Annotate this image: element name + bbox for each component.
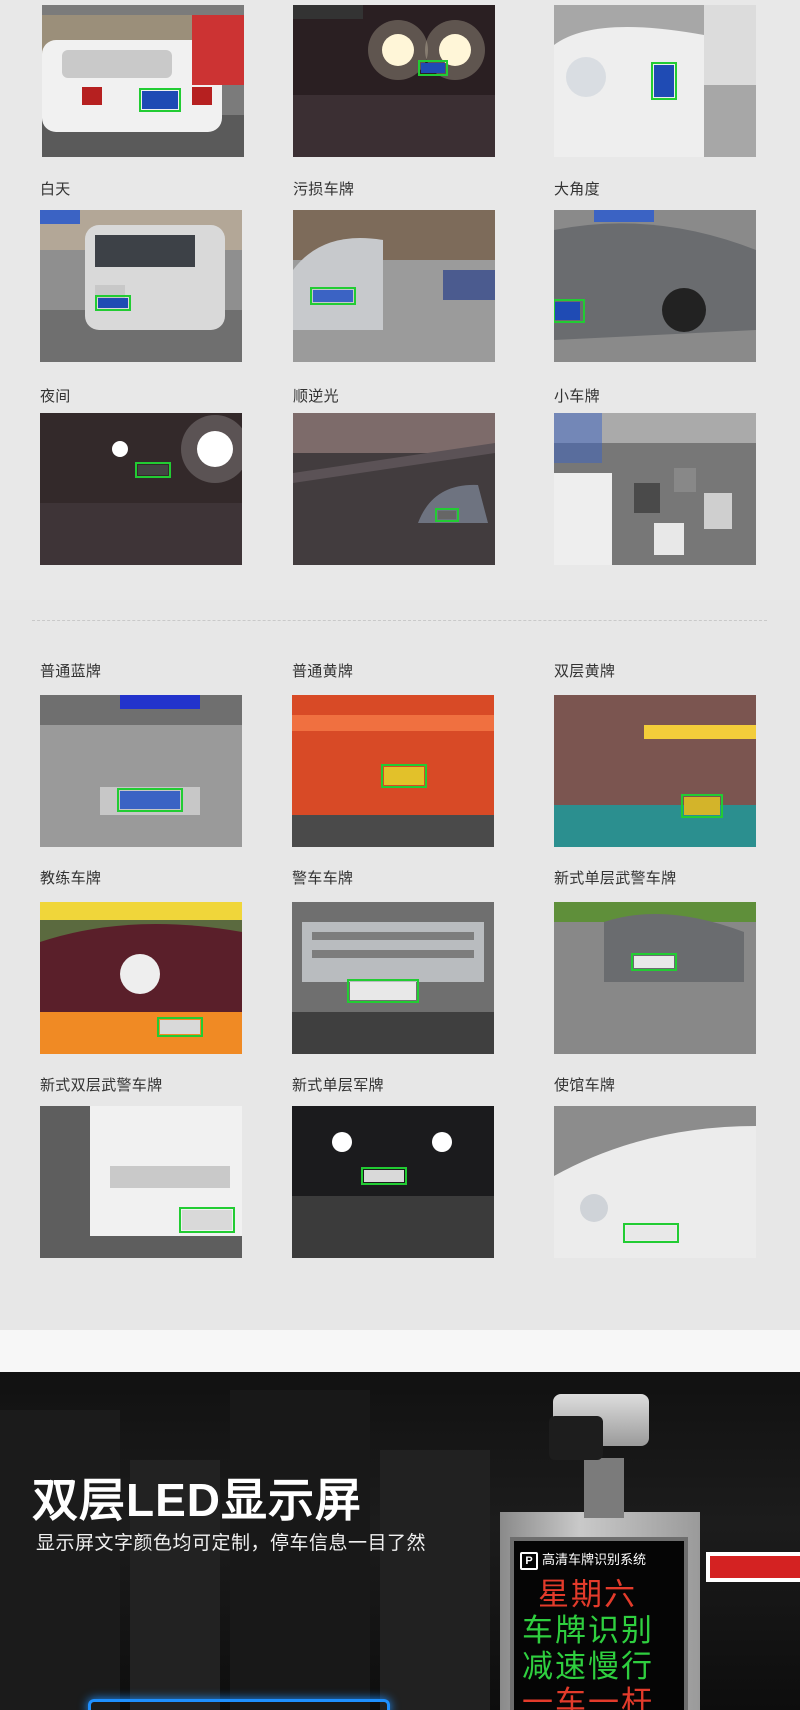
scene-photo [40, 413, 242, 565]
plate-type-label: 使馆车牌 [554, 1077, 616, 1094]
plate-type-photo [292, 695, 494, 847]
led-subtitle: 显示屏文字颜色均可定制，停车信息一目了然 [36, 1533, 427, 1554]
plate-type-photo [292, 902, 494, 1054]
plate-type-photo [554, 902, 756, 1054]
scene-label: 小车牌 [554, 388, 600, 405]
scene-label: 夜间 [40, 388, 71, 405]
plate-type-photo [40, 695, 242, 847]
plate-type-label: 新式单层武警车牌 [554, 870, 677, 887]
section-divider [32, 620, 767, 621]
scene-photo [40, 210, 242, 362]
plate-type-photo [40, 902, 242, 1054]
highlight-bar [88, 1699, 390, 1710]
section-gap [0, 1330, 800, 1372]
background-building [0, 1410, 120, 1710]
scene-label: 污损车牌 [293, 181, 355, 198]
scene-label: 大角度 [554, 181, 600, 198]
scene-photo [293, 413, 495, 565]
led-title: 双层LED显示屏 [32, 1474, 362, 1526]
parking-logo-icon: P [520, 1552, 538, 1570]
plate-type-photo [292, 1106, 494, 1258]
scene-label: 顺逆光 [293, 388, 339, 405]
scene-photo [554, 5, 756, 157]
scene-photo [42, 5, 244, 157]
led-display-screen: P 高清车牌识别系统 星期六 车牌识别 减速慢行 一车一杆 [510, 1537, 688, 1710]
plate-type-photo [554, 1106, 756, 1258]
led-screen-header-text: 高清车牌识别系统 [542, 1552, 647, 1567]
led-line: 一车一杆 [522, 1685, 654, 1710]
scene-photo [554, 210, 756, 362]
plate-type-label: 新式单层军牌 [292, 1077, 384, 1094]
background-building [380, 1450, 490, 1710]
scene-photo [293, 5, 495, 157]
plate-type-label: 普通蓝牌 [40, 663, 102, 680]
plate-type-label: 教练车牌 [40, 870, 102, 887]
plate-type-label: 警车车牌 [292, 870, 354, 887]
plate-type-label: 普通黄牌 [292, 663, 354, 680]
camera-mount [584, 1458, 624, 1518]
scene-photo [293, 210, 495, 362]
barrier-gate-arm [706, 1552, 800, 1582]
led-promo-section: 双层LED显示屏 显示屏文字颜色均可定制，停车信息一目了然 P 高清车牌识别系统 … [0, 1372, 800, 1710]
plate-type-label: 新式双层武警车牌 [40, 1077, 163, 1094]
plate-type-photo [40, 1106, 242, 1258]
camera-lens [549, 1416, 603, 1460]
led-screen-header: P 高清车牌识别系统 [520, 1549, 646, 1570]
plate-type-photo [554, 695, 756, 847]
scene-photo [554, 413, 756, 565]
plate-type-label: 双层黄牌 [554, 663, 616, 680]
scene-label: 白天 [40, 181, 71, 198]
